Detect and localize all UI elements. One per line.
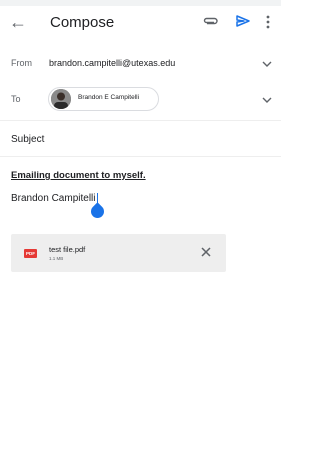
attachment-filename: test file.pdf [49, 245, 86, 254]
pdf-file-icon: PDF [24, 249, 37, 258]
close-icon[interactable] [199, 245, 213, 259]
page-title: Compose [50, 14, 115, 31]
send-icon[interactable] [236, 15, 250, 27]
body-line-2: Brandon Campitelli [11, 193, 96, 204]
recipient-name: Brandon E Campitelli [78, 94, 140, 101]
from-address[interactable]: brandon.campitelli@utexas.edu [49, 58, 175, 68]
body-line-1: Emailing document to myself. [11, 170, 146, 181]
divider [0, 120, 281, 121]
attachment-size: 1.1 MB [49, 256, 64, 261]
to-label: To [11, 94, 21, 104]
more-vert-icon[interactable] [266, 15, 270, 29]
recipient-chip[interactable]: Brandon E Campitelli [48, 87, 159, 111]
arrow-back-icon[interactable]: ← [9, 12, 27, 32]
chevron-down-icon[interactable] [262, 60, 272, 68]
app-bar: ← Compose [0, 6, 281, 42]
avatar [51, 89, 71, 109]
attachment-card[interactable]: PDF test file.pdf 1.1 MB [11, 234, 226, 272]
subject-field[interactable]: Subject [11, 134, 44, 145]
cursor-handle[interactable] [88, 202, 107, 221]
divider [0, 156, 281, 157]
chevron-down-icon[interactable] [262, 96, 272, 104]
from-label: From [11, 58, 32, 68]
paperclip-icon[interactable] [203, 16, 219, 26]
